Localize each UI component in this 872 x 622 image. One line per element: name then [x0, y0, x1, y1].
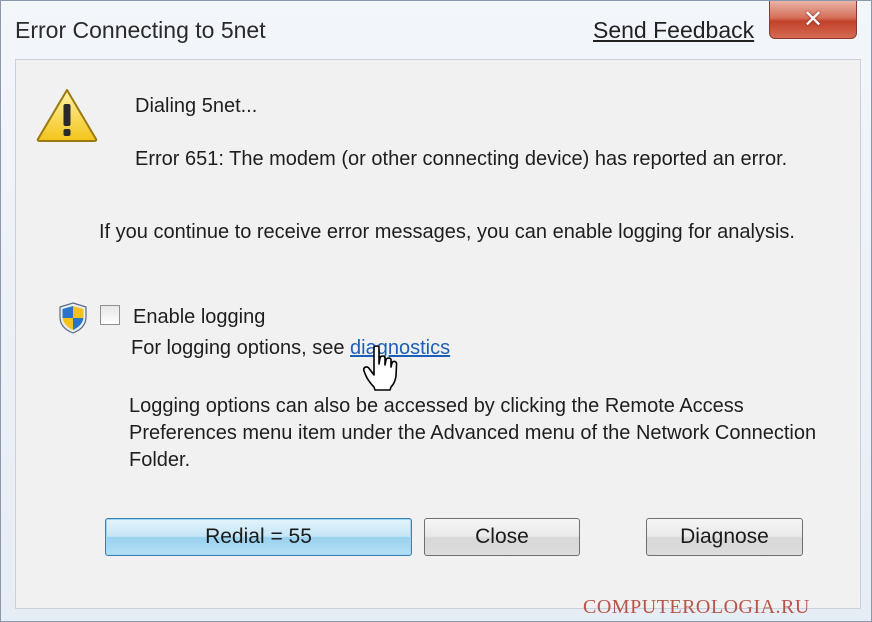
error-dialog-window: Error Connecting to 5net Send Feedback ✕… — [0, 0, 872, 622]
site-watermark: COMPUTEROLOGIA.RU — [583, 596, 810, 618]
error-message-text: Error 651: The modem (or other connectin… — [135, 148, 788, 170]
uac-shield-icon — [59, 302, 87, 334]
dialing-status-text: Dialing 5net... — [135, 95, 258, 117]
redial-button[interactable]: Redial = 55 — [105, 518, 412, 556]
close-icon: ✕ — [802, 6, 824, 33]
title-bar: Error Connecting to 5net Send Feedback ✕ — [1, 1, 871, 59]
hand-pointer-cursor-icon — [363, 345, 398, 391]
enable-logging-label[interactable]: Enable logging — [133, 304, 265, 331]
enable-logging-checkbox[interactable] — [100, 305, 120, 325]
window-close-button[interactable]: ✕ — [769, 1, 857, 39]
window-title: Error Connecting to 5net — [15, 17, 266, 43]
logging-options-text: For logging options, see — [131, 337, 345, 359]
diagnose-button[interactable]: Diagnose — [646, 518, 803, 556]
continue-hint-text: If you continue to receive error message… — [99, 221, 795, 243]
logging-info-text: Logging options can also be accessed by … — [129, 395, 817, 471]
logging-options-line: For logging options, see diagnostics — [131, 335, 450, 362]
send-feedback-link[interactable]: Send Feedback — [593, 17, 754, 44]
warning-icon — [36, 89, 98, 142]
close-button[interactable]: Close — [424, 518, 580, 556]
